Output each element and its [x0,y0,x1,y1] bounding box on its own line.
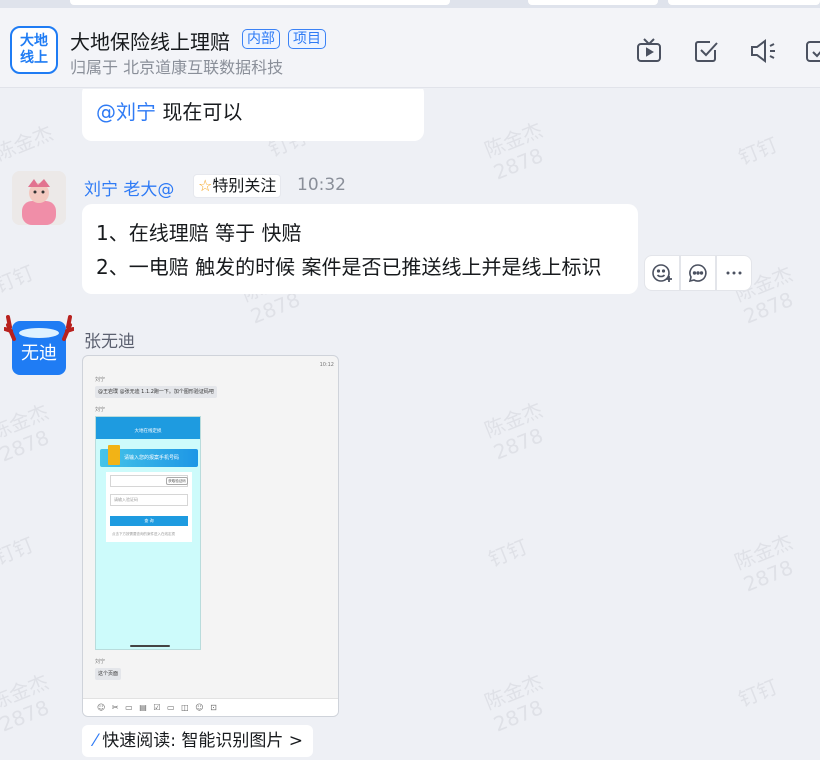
top-strip [0,0,820,8]
internal-tag: 内部 [242,29,280,49]
image-time: 10:12 [319,362,334,368]
phone-screenshot: 大地在线定损 请输入您的报案手机号码 获取验证码 请输入验证码 查 询 点击下方… [95,416,201,650]
message-bubble[interactable]: 1、在线理赔 等于 快赔 2、一电赔 触发的时候 案件是否已推送线上并是线上标识 [82,204,638,294]
message-time: 10:32 [297,175,346,195]
ellipsis-icon [726,271,742,275]
phone-banner: 请输入您的报案手机号码 [100,445,198,467]
image-toolbar: ☺ ✂ ▭ ▤ ☑ ▭ ◫ ☺ ⊡ [83,698,338,716]
tv-icon[interactable] [634,36,664,66]
special-follow-tag: ☆特别关注 [193,174,282,198]
tab-segment[interactable] [668,0,820,5]
watermark: 陈金杰 [0,120,57,166]
sender-name[interactable]: 张无迪 [84,327,135,352]
message-line: 1、在线理赔 等于 快赔 [96,221,302,245]
star-icon: ☆ [198,176,213,195]
emoji-reaction-button[interactable] [644,255,680,291]
magic-wand-icon: ⁄ [94,731,97,751]
message-text: 现在可以 [156,100,243,124]
chat-area[interactable]: 陈金杰 钉钉 陈金杰2878 钉钉 钉钉 陈金杰2878 陈金杰2878 陈金杰… [0,89,820,760]
watermark: 陈金杰2878 [481,397,547,465]
speaker-icon[interactable] [748,36,778,66]
antler-decoration-icon [4,315,74,341]
group-avatar-line2: 线上 [20,50,48,66]
phone-title: 大地在线定损 [96,424,200,439]
watermark: 陈金杰2878 [481,117,547,185]
group-avatar[interactable]: 大地 线上 [10,26,58,74]
message-line: 2、一电赔 触发的时候 案件是否已推送线上并是线上标识 [96,255,602,279]
reply-button[interactable] [680,255,716,291]
watermark: 陈金杰2878 [0,669,53,737]
image-sender: 刘宁 [95,407,106,413]
emoji-add-icon [652,264,672,282]
quick-read-label: 快速阅读: 智能识别图片 > [102,731,304,751]
tab-segment[interactable] [70,0,450,5]
image-bubble: 这个页面 [95,668,122,680]
checkbox-icon[interactable] [691,36,721,66]
project-tag: 项目 [288,29,326,49]
image-sender: 刘宁 [95,377,106,383]
comment-icon [688,264,707,283]
image-message[interactable]: 10:12 刘宁 @王岩璞 @张无迪 1.1.2跑一下。加个图形验证码吧 刘宁 … [82,355,339,717]
phone-form: 获取验证码 请输入验证码 查 询 点击下方按需要查询的案件进入在线定损 [106,472,192,542]
chat-header: 大地 线上 大地保险线上理赔 内部 项目 归属于 北京道康互联数据科技 [0,8,820,88]
watermark: 钉钉 [734,674,782,712]
group-title[interactable]: 大地保险线上理赔 [70,26,230,55]
special-follow-label: 特别关注 [212,176,277,195]
tab-segment[interactable] [528,0,658,5]
watermark: 钉钉 [734,132,782,170]
avatar[interactable] [12,171,66,225]
more-panel-icon[interactable] [804,36,820,66]
group-avatar-line1: 大地 [20,33,48,49]
watermark: 钉钉 [0,260,38,298]
sender-name[interactable]: 刘宁 老大@ [84,175,174,200]
avatar[interactable]: 无迪 [4,315,74,375]
quick-read-button[interactable]: ⁄ 快速阅读: 智能识别图片 > [82,725,314,757]
image-sender: 刘宁 [95,659,106,665]
group-subtitle: 归属于 北京道康互联数据科技 [70,58,284,77]
mention[interactable]: @刘宁 [96,100,156,124]
watermark: 陈金杰2878 [0,399,53,467]
watermark: 陈金杰2878 [731,529,797,597]
watermark: 陈金杰2878 [481,669,547,737]
image-bubble: @王岩璞 @张无迪 1.1.2跑一下。加个图形验证码吧 [95,386,217,398]
more-actions-button[interactable] [716,255,752,291]
watermark: 钉钉 [0,532,38,570]
message-bubble[interactable]: @刘宁 现在可以 [82,89,424,141]
watermark: 钉钉 [484,534,532,572]
